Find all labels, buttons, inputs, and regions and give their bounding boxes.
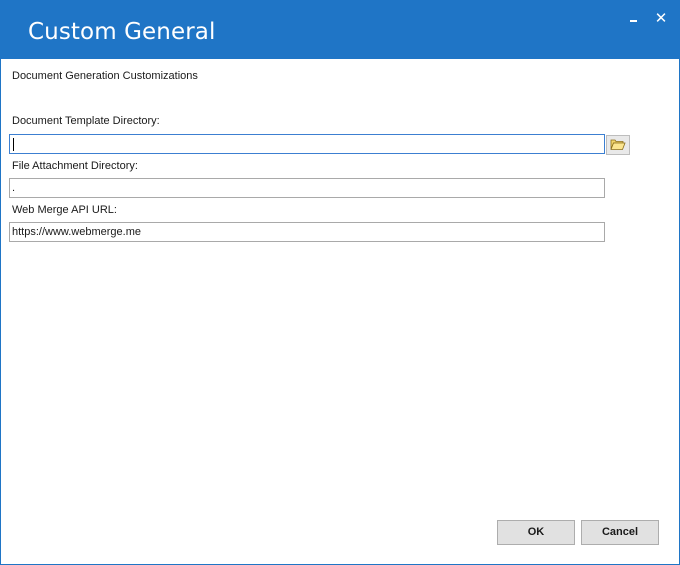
- title-bar[interactable]: Custom General ✕: [1, 1, 679, 59]
- cancel-button[interactable]: Cancel: [581, 520, 659, 545]
- section-heading: Document Generation Customizations: [12, 70, 198, 82]
- window-title: Custom General: [28, 19, 216, 45]
- ok-button[interactable]: OK: [497, 520, 575, 545]
- webmerge-url-value: https://www.webmerge.me: [12, 226, 141, 238]
- template-directory-label: Document Template Directory:: [12, 115, 160, 127]
- attachment-directory-input[interactable]: .: [9, 178, 605, 198]
- minimize-icon: [630, 20, 637, 22]
- attachment-directory-value: .: [12, 182, 16, 194]
- folder-open-icon: [610, 139, 626, 150]
- close-icon: ✕: [654, 9, 668, 27]
- close-button[interactable]: ✕: [650, 7, 672, 29]
- browse-folder-button[interactable]: [606, 135, 630, 155]
- dialog-window: Custom General ✕ Document Generation Cus…: [0, 0, 680, 565]
- attachment-directory-label: File Attachment Directory:: [12, 160, 138, 172]
- webmerge-url-input[interactable]: https://www.webmerge.me: [9, 222, 605, 242]
- minimize-button[interactable]: [623, 7, 645, 29]
- template-directory-input[interactable]: [9, 134, 605, 154]
- text-caret: [13, 137, 14, 151]
- webmerge-url-label: Web Merge API URL:: [12, 204, 117, 216]
